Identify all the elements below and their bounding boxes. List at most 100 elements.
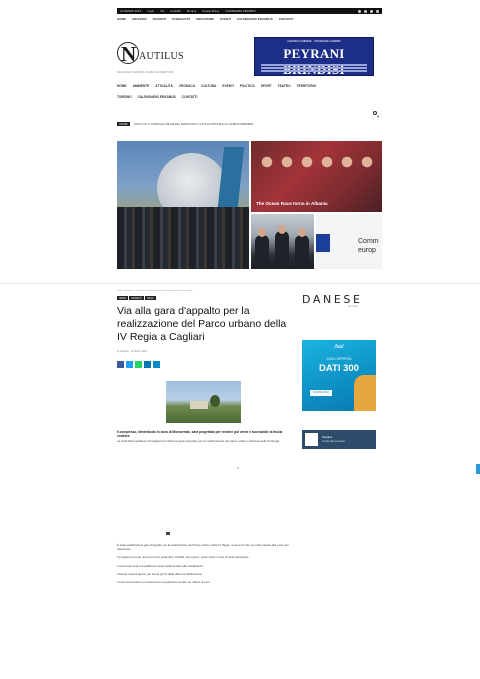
tag[interactable]: SOCIETÀ: [129, 296, 144, 300]
sponsor-sub: EDITORE: [348, 306, 358, 308]
top-menu-item[interactable]: CONTATTI: [279, 17, 294, 21]
nav-item[interactable]: CRONACA: [179, 84, 195, 88]
promo-brand: iliad: [334, 344, 344, 350]
telegram-share-icon[interactable]: [153, 361, 160, 368]
nav-item[interactable]: TEATRO: [278, 84, 291, 88]
article-image: [166, 381, 241, 423]
newsletter-sub: Iscriviti alla newsletter: [322, 440, 346, 443]
separator-dot: [237, 467, 239, 469]
nav-item[interactable]: SPORT: [261, 84, 272, 88]
news-ticker: ULTIME NAUTILUS: IL GIORNALE ONLINE DEL …: [117, 121, 382, 127]
share-buttons: [117, 361, 160, 368]
body-paragraph: L'ente ha previsto un investimento compl…: [117, 580, 211, 585]
top-menu-item[interactable]: REDAZIONE: [196, 17, 214, 21]
search-icon[interactable]: [373, 111, 377, 115]
body-paragraph: L'intervento mira a riqualificare l'area…: [117, 563, 204, 568]
site-logo[interactable]: N AUTILUS MAGAZINE DI CULTURA, SOCIETÀ E…: [117, 38, 197, 74]
section-divider: [0, 283, 480, 284]
article-title: Via alla gara d'appalto per la realizzaz…: [117, 305, 287, 343]
sidebar-newsletter-banner[interactable]: Nautilus Iscriviti alla newsletter: [302, 430, 376, 449]
top-menu-item[interactable]: ISCRIVITI: [153, 17, 167, 21]
nav-item[interactable]: CONTATTI: [182, 95, 198, 99]
hero-top-right-caption[interactable]: The Ocean Race torna in Albania: [256, 201, 328, 206]
twitter-share-icon[interactable]: [126, 361, 133, 368]
article-body: È stata pubblicata la gara d'appalto per…: [117, 543, 297, 588]
logo-letter: N: [121, 42, 137, 66]
group-bodies: [117, 207, 249, 269]
main-nav: HOME AMBIENTE ATTUALITÀ CRONACA CULTURA …: [117, 84, 382, 106]
social-icons: [358, 9, 379, 13]
facebook-icon[interactable]: [358, 9, 361, 13]
hero-bottom-image-1[interactable]: [251, 214, 314, 269]
ticker-text[interactable]: NAUTILUS: IL GIORNALE ONLINE DEL TERRITO…: [134, 123, 255, 126]
top-menu: HOME ARCHIVIO ISCRIVITI PUBBLICITÀ REDAZ…: [117, 17, 382, 21]
top-link-privacy[interactable]: Privacy: [187, 10, 196, 13]
top-menu-item[interactable]: EVENTI: [220, 17, 231, 21]
twitter-icon[interactable]: [364, 9, 367, 13]
hero-bottom-text-2: europ: [358, 247, 376, 254]
top-menu-item[interactable]: HOME: [117, 17, 126, 21]
nav-item[interactable]: EVENTI: [222, 84, 234, 88]
breadcrumb[interactable]: Home › Attualità › Via alla gara d'appal…: [117, 290, 297, 292]
instagram-icon[interactable]: [370, 9, 373, 13]
newsletter-title: Nautilus: [322, 435, 333, 439]
floating-tab[interactable]: [476, 464, 480, 474]
person-shape: [295, 235, 309, 269]
nav-item[interactable]: HOME: [117, 84, 127, 88]
youtube-icon[interactable]: [376, 9, 379, 13]
top-link-login[interactable]: Login: [147, 10, 154, 13]
top-link-cookie[interactable]: Cookie Policy: [202, 10, 219, 13]
nav-item[interactable]: POLITICA: [240, 84, 255, 88]
sidebar-promo-ad[interactable]: iliad CON L'OFFERTA DATI 300 SCOPRI ORA: [302, 340, 376, 411]
article-lead-2: La Città Metropolitana di Cagliari ha in…: [117, 439, 280, 443]
promo-line-2: DATI 300: [319, 363, 359, 374]
tree-shape: [210, 395, 220, 407]
header-ad-banner[interactable]: AGENZIA FUNEBRE · ONORANZE FUNEBRI PEYRA…: [254, 37, 374, 77]
top-link-extra[interactable]: CALENDARIO ERASMUS: [225, 10, 255, 13]
top-link-chi[interactable]: Chi: [160, 10, 164, 13]
top-date: 21 MARZO 2023: [120, 9, 142, 13]
article-tags: NEWS SOCIETÀ ITALIA: [117, 296, 156, 300]
body-paragraph: Il progetto prevede nuovi percorsi pedon…: [117, 555, 250, 560]
hero-main-image[interactable]: [117, 141, 249, 269]
promo-cta-button[interactable]: SCOPRI ORA: [310, 390, 332, 396]
body-paragraph: Il bando resterà aperto per trenta giorn…: [117, 571, 203, 576]
hero-top-right-image[interactable]: The Ocean Race torna in Albania: [251, 141, 382, 212]
sidebar-sponsor-logo[interactable]: DANESE EDITORE: [302, 293, 380, 315]
sponsor-word: DANESE: [302, 293, 363, 306]
tag[interactable]: NEWS: [117, 296, 129, 300]
person-shape: [275, 231, 289, 269]
tag[interactable]: ITALIA: [144, 296, 156, 300]
person-shape: [255, 235, 269, 269]
article-lead: Il complesso, dimenticato in zona di Mon…: [117, 430, 283, 439]
hero-bottom-image-2[interactable]: Comm europ: [316, 214, 382, 269]
linkedin-share-icon[interactable]: [144, 361, 151, 368]
top-menu-item[interactable]: PUBBLICITÀ: [172, 17, 190, 21]
top-menu-item[interactable]: CALENDARIO ERASMUS: [237, 17, 273, 21]
nav-item[interactable]: ATTUALITÀ: [155, 84, 173, 88]
nav-item[interactable]: TERRITORIO: [297, 84, 317, 88]
eu-flag: [316, 234, 330, 252]
nav-item[interactable]: CALENDARIO ERASMUS: [138, 95, 176, 99]
whatsapp-share-icon[interactable]: [135, 361, 142, 368]
top-bar: 21 MARZO 2023 Login Chi Contatti Privacy…: [117, 8, 382, 14]
person-head: [278, 225, 286, 234]
body-paragraph: È stata pubblicata la gara d'appalto per…: [117, 543, 289, 552]
article-meta: by Nautilus · 21 March 2023: [117, 350, 147, 353]
ad-details: [261, 64, 367, 74]
top-link-contatti[interactable]: Contatti: [170, 10, 180, 13]
nav-item[interactable]: TURISMO: [117, 95, 132, 99]
facebook-share-icon[interactable]: [117, 361, 124, 368]
nav-item[interactable]: CULTURA: [201, 84, 216, 88]
hero-bottom-text-1: Comm: [358, 238, 379, 245]
quote-mark: [166, 532, 170, 535]
logo-word: AUTILUS: [139, 51, 184, 62]
roll-up-banner: [217, 147, 245, 207]
newsletter-logo: [305, 433, 318, 446]
promo-figure: [354, 375, 376, 411]
top-menu-item[interactable]: ARCHIVIO: [132, 17, 147, 21]
promo-line-1: CON L'OFFERTA: [326, 357, 352, 361]
nav-item[interactable]: AMBIENTE: [133, 84, 150, 88]
person-head: [258, 228, 266, 237]
person-head: [298, 228, 306, 237]
